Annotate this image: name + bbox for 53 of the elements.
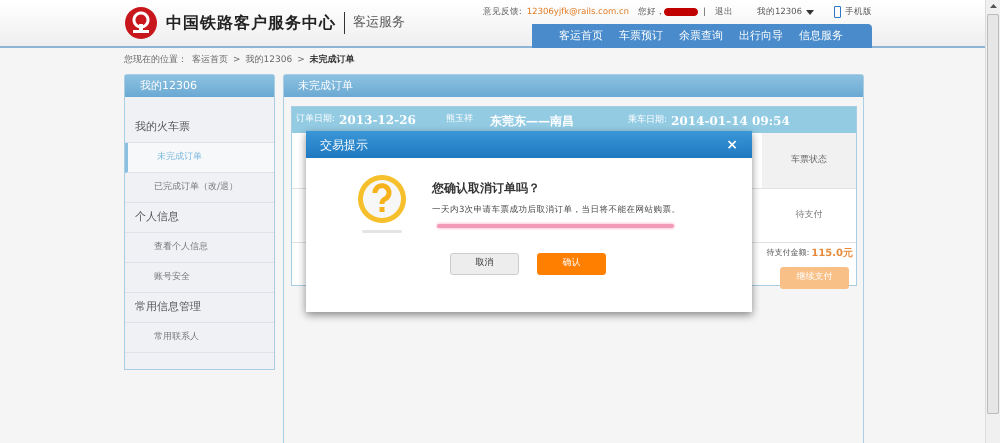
travel-date-label: 乘车日期:: [628, 114, 668, 128]
sidebar-group-label: 常用信息管理: [125, 293, 274, 323]
breadcrumb-link[interactable]: 客运首页: [192, 54, 228, 68]
panel-title: 未完成订单: [284, 75, 863, 97]
breadcrumb-label: 您现在的位置：: [124, 54, 187, 68]
travel-date: 2014-01-14 09:54: [671, 113, 790, 130]
breadcrumb-link[interactable]: 我的12306: [246, 54, 292, 68]
sidebar-item[interactable]: 查看个人信息: [125, 233, 274, 263]
separator-text: |: [703, 6, 706, 18]
order-date-label: 订单日期:: [296, 113, 336, 126]
feedback-label: 意见反馈:: [482, 6, 522, 18]
mobile-link[interactable]: 手机版: [834, 6, 872, 18]
ticket-status: 待支付: [794, 208, 824, 222]
confirm-button[interactable]: 确认: [537, 253, 606, 275]
order-date: 2013-12-26: [339, 112, 416, 129]
scrollbar[interactable]: [985, 0, 1000, 443]
close-button[interactable]: ×: [726, 138, 738, 152]
logout-link[interactable]: 退出: [714, 6, 733, 18]
nav-tab[interactable]: 出行向导: [739, 28, 783, 44]
phone-icon: [834, 6, 841, 18]
dialog-title: 交易提示: [320, 136, 368, 154]
breadcrumb-separator: >: [297, 54, 305, 68]
scrollbar-thumb[interactable]: [987, 14, 999, 414]
column-header: 车票状态: [791, 154, 827, 167]
sidebar-title: 我的12306: [125, 75, 274, 97]
breadcrumb-separator: >: [233, 54, 241, 68]
railway-logo-icon: [124, 6, 158, 40]
passenger-name: 熊玉祥: [446, 113, 473, 126]
route-text: 东莞东——南昌: [490, 113, 574, 130]
sidebar-item[interactable]: 已完成订单（改/退）: [125, 173, 274, 203]
sidebar-item[interactable]: 账号安全: [125, 263, 274, 293]
site-title: 中国铁路客户服务中心: [166, 12, 336, 34]
sidebar-item[interactable]: 未完成订单: [125, 143, 274, 173]
account-menu-button[interactable]: 我的12306: [756, 6, 814, 18]
sidebar-group-label: 个人信息: [125, 203, 274, 233]
dialog-message: 一天内3次申请车票成功后取消订单，当日将不能在网站购票。: [432, 204, 680, 217]
dialog-question: 您确认取消订单吗？: [432, 180, 541, 197]
redaction-mark: [664, 8, 698, 16]
breadcrumb-current: 未完成订单: [310, 54, 355, 68]
nav-tab[interactable]: 余票查询: [679, 28, 723, 44]
nav-tab[interactable]: 客运首页: [559, 28, 603, 44]
cancel-button[interactable]: 取消: [450, 253, 519, 275]
amount-value: 115.0元: [811, 246, 853, 260]
question-icon: [357, 174, 407, 224]
site-subtitle: 客运服务: [353, 14, 405, 32]
nav-tab[interactable]: 车票预订: [619, 28, 663, 44]
amount-label: 待支付金额:: [766, 247, 810, 259]
greeting-text: 您好，: [638, 6, 666, 18]
caret-icon: [806, 10, 814, 14]
nav-tab[interactable]: 信息服务: [799, 28, 843, 44]
sidebar-item[interactable]: 常用联系人: [125, 323, 274, 353]
feedback-email-link[interactable]: 12306yjfk@rails.com.cn: [526, 6, 630, 18]
scroll-up-icon: [990, 4, 996, 8]
